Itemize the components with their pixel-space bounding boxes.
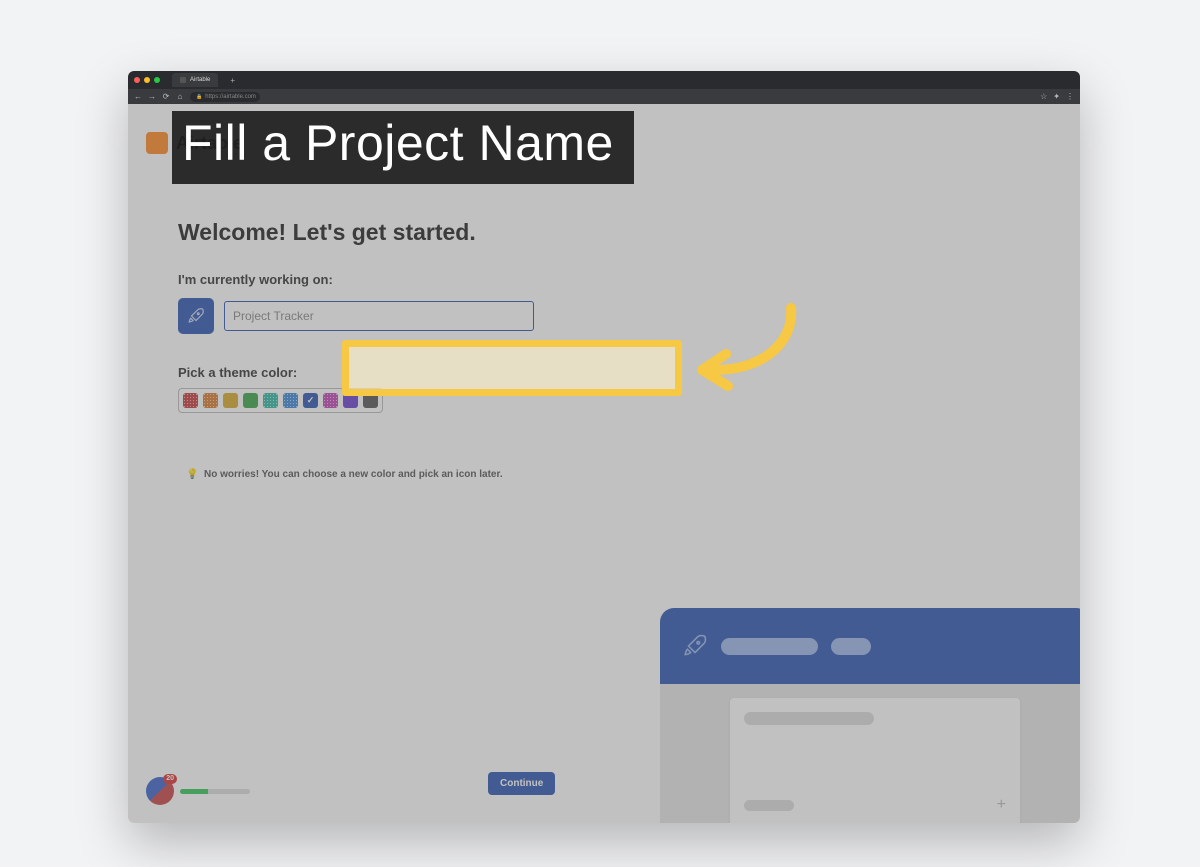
tab-title: Airtable bbox=[190, 77, 210, 83]
placeholder-line bbox=[744, 800, 794, 811]
placeholder-pill bbox=[721, 638, 818, 655]
theme-swatch[interactable] bbox=[203, 393, 218, 408]
browser-tab[interactable]: Airtable bbox=[172, 73, 218, 87]
page-body: Airtable Welcome! Let's get started. I'm… bbox=[128, 104, 1080, 823]
annotation-title: Fill a Project Name bbox=[172, 111, 634, 184]
welcome-heading: Welcome! Let's get started. bbox=[178, 219, 598, 246]
url-field[interactable]: 🔒 https://airtable.com bbox=[190, 92, 260, 102]
hint-text: 💡 No worries! You can choose a new color… bbox=[186, 469, 598, 480]
theme-swatch[interactable] bbox=[323, 393, 338, 408]
nav-reload-icon[interactable]: ⟳ bbox=[162, 93, 170, 101]
favicon-icon bbox=[180, 77, 186, 83]
working-on-label: I'm currently working on: bbox=[178, 272, 598, 287]
theme-palette bbox=[178, 388, 383, 413]
theme-swatch[interactable] bbox=[243, 393, 258, 408]
lock-icon: 🔒 bbox=[196, 94, 202, 100]
url-text: https://airtable.com bbox=[205, 94, 256, 100]
badge-count: 20 bbox=[163, 774, 177, 784]
traffic-zoom-icon[interactable] bbox=[154, 77, 160, 83]
lightbulb-icon: 💡 bbox=[186, 469, 198, 480]
pick-theme-label: Pick a theme color: bbox=[178, 365, 598, 380]
progress-bar bbox=[180, 789, 250, 794]
rocket-icon bbox=[682, 633, 708, 659]
preview-card: + bbox=[730, 698, 1020, 823]
progress-badge-icon[interactable]: 20 bbox=[146, 777, 174, 805]
brand-logo-icon bbox=[146, 132, 168, 154]
traffic-close-icon[interactable] bbox=[134, 77, 140, 83]
browser-tabbar: Airtable + bbox=[128, 71, 1080, 89]
nav-forward-icon[interactable]: → bbox=[148, 93, 156, 101]
new-tab-button[interactable]: + bbox=[230, 76, 235, 85]
placeholder-line bbox=[744, 712, 874, 725]
project-icon-button[interactable] bbox=[178, 298, 214, 334]
plus-icon: + bbox=[997, 796, 1006, 814]
theme-swatch[interactable] bbox=[183, 393, 198, 408]
theme-swatch[interactable] bbox=[263, 393, 278, 408]
theme-swatch[interactable] bbox=[283, 393, 298, 408]
continue-button[interactable]: Continue bbox=[488, 772, 555, 795]
nav-back-icon[interactable]: ← bbox=[134, 93, 142, 101]
bookmark-icon[interactable]: ☆ bbox=[1040, 92, 1047, 101]
theme-swatch[interactable] bbox=[363, 393, 378, 408]
browser-addressbar: ← → ⟳ ⌂ 🔒 https://airtable.com ☆ ✦ ⋮ bbox=[128, 89, 1080, 104]
nav-home-icon[interactable]: ⌂ bbox=[176, 93, 184, 101]
progress-group: 20 bbox=[146, 777, 250, 805]
menu-icon[interactable]: ⋮ bbox=[1066, 92, 1074, 101]
theme-swatch[interactable] bbox=[343, 393, 358, 408]
project-name-input[interactable] bbox=[224, 301, 534, 331]
rocket-icon bbox=[187, 307, 205, 325]
preview-illustration: + bbox=[660, 608, 1080, 823]
theme-swatch[interactable] bbox=[303, 393, 318, 408]
theme-swatch[interactable] bbox=[223, 393, 238, 408]
extensions-icon[interactable]: ✦ bbox=[1053, 92, 1060, 101]
placeholder-pill bbox=[831, 638, 871, 655]
traffic-minimize-icon[interactable] bbox=[144, 77, 150, 83]
